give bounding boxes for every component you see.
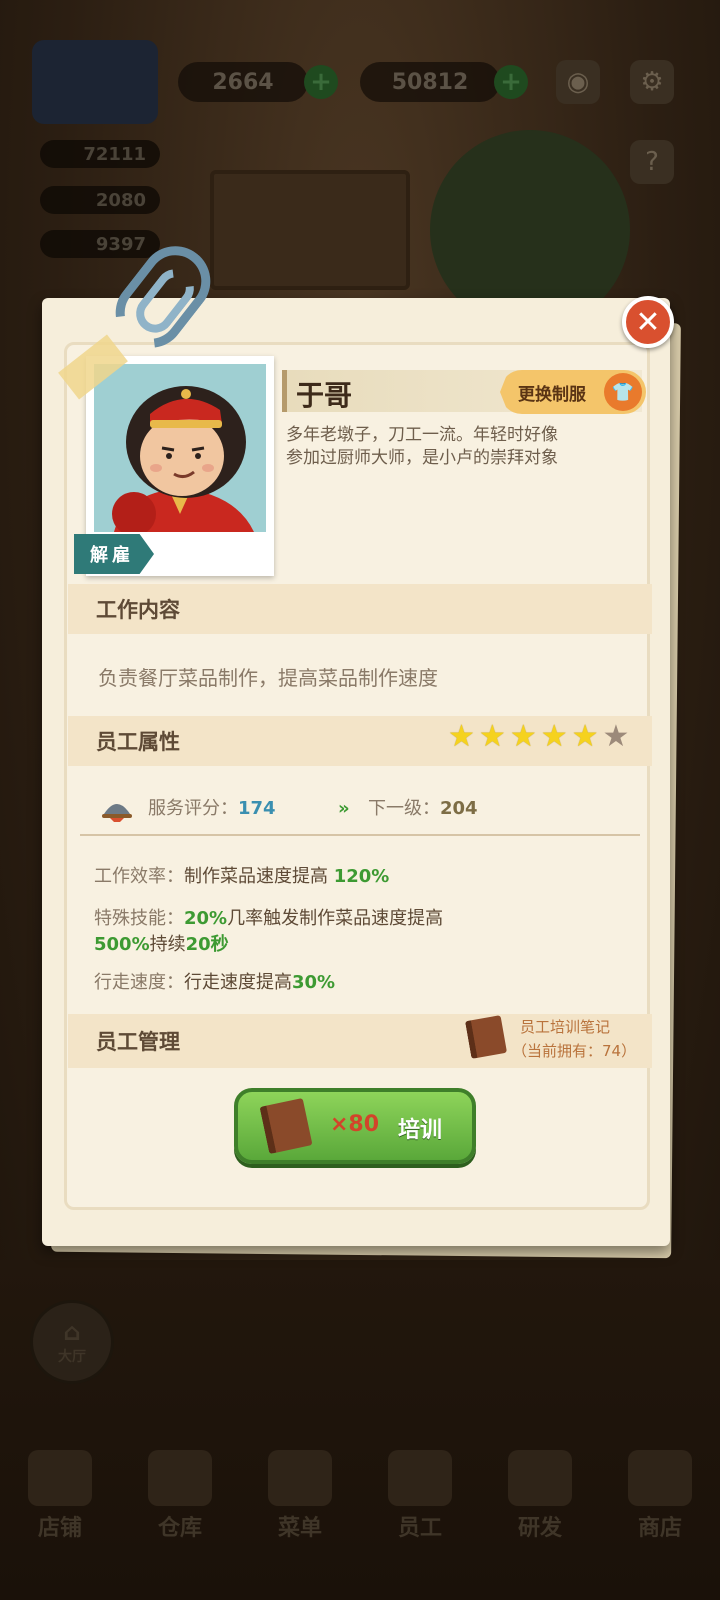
nav-label: 菜单 xyxy=(277,1516,322,1541)
camera-icon[interactable]: ◉ xyxy=(556,60,600,104)
crate-icon xyxy=(148,1450,212,1506)
star-icon-filled: ★ xyxy=(540,719,568,754)
next-level: 下一级：204 xyxy=(368,796,478,822)
special-skill-row: 特殊技能：20%几率触发制作菜品速度提高 500%持续20秒 xyxy=(94,906,554,958)
next-level-value: 204 xyxy=(440,798,478,819)
resource-row-3: 9397 xyxy=(40,230,160,258)
hall-icon: ⌂ xyxy=(63,1318,81,1346)
fire-label: 解雇 xyxy=(90,545,134,566)
resource-row-1: 72111 xyxy=(40,140,160,168)
walk-label: 行走速度： xyxy=(94,972,184,993)
nav-label: 仓库 xyxy=(157,1516,202,1541)
training-notes-icon xyxy=(464,1015,508,1059)
resource-row-2: 2080 xyxy=(40,186,160,214)
employee-description: 多年老墩子，刀工一流。年轻时好像参加过厨师大师，是小卢的崇拜对象 xyxy=(286,425,558,468)
chevron-right-icon: » xyxy=(338,798,350,819)
employee-portrait xyxy=(94,364,266,532)
skill-duration-text: 持续 xyxy=(149,934,186,955)
cash-count: 50812 xyxy=(391,69,469,95)
work-section-header: 工作内容 xyxy=(68,584,652,634)
uniform-label: 更换制服 xyxy=(518,384,586,405)
add-cash-button[interactable]: + xyxy=(494,65,528,99)
next-level-label: 下一级： xyxy=(368,798,440,819)
service-bell-icon xyxy=(102,804,132,822)
efficiency-label: 工作效率： xyxy=(94,866,184,887)
walk-text: 行走速度提高 xyxy=(184,972,292,993)
nav-research[interactable]: 研发 xyxy=(490,1450,590,1542)
shop-icon xyxy=(628,1450,692,1506)
resource-value: 2080 xyxy=(95,189,146,211)
star-icon-filled: ★ xyxy=(448,719,475,754)
efficiency-text: 制作菜品速度提高 xyxy=(184,866,328,887)
fire-employee-button[interactable]: 解雇 xyxy=(74,534,154,574)
skill-label: 特殊技能： xyxy=(94,908,184,929)
chef-avatar-icon xyxy=(112,386,254,532)
nav-menu[interactable]: 菜单 xyxy=(250,1450,350,1542)
skill-duration-value: 20秒 xyxy=(185,934,229,955)
star-rating: ★ ★ ★ ★ ★ ★ xyxy=(448,722,629,752)
nav-warehouse[interactable]: 仓库 xyxy=(130,1450,230,1542)
bottom-nav: 店铺 仓库 菜单 员工 研发 商店 xyxy=(0,1440,720,1560)
work-content: 负责餐厅菜品制作，提高菜品制作速度 xyxy=(98,666,438,690)
train-button[interactable]: ×80 培训 xyxy=(234,1088,476,1164)
train-label: 培训 xyxy=(398,1118,443,1143)
efficiency-row: 工作效率：制作菜品速度提高 120% xyxy=(94,864,389,890)
nav-label: 员工 xyxy=(397,1516,442,1541)
store-icon xyxy=(28,1450,92,1506)
walk-value: 30% xyxy=(292,972,336,993)
skill-text: 几率触发制作菜品速度提高 xyxy=(227,908,444,929)
staff-icon xyxy=(388,1450,452,1506)
training-notes-label: 员工培训笔记 xyxy=(520,1018,611,1036)
efficiency-value: 120% xyxy=(333,866,390,887)
hall-label: 大厅 xyxy=(58,1349,86,1365)
nav-label: 研发 xyxy=(517,1516,562,1541)
management-section-title: 员工管理 xyxy=(96,1030,180,1054)
add-gems-button[interactable]: + xyxy=(304,65,338,99)
service-rating: 服务评分：174 xyxy=(148,796,276,822)
star-icon-filled: ★ xyxy=(478,719,506,754)
background-shelf xyxy=(210,170,410,290)
book-icon xyxy=(259,1097,313,1155)
nav-shop-front[interactable]: 店铺 xyxy=(10,1450,110,1542)
attributes-divider xyxy=(80,834,640,836)
resource-value: 9397 xyxy=(95,233,146,255)
gem-count: 2664 xyxy=(212,69,274,95)
research-icon xyxy=(508,1450,572,1506)
nav-store[interactable]: 商店 xyxy=(610,1450,710,1542)
change-uniform-button[interactable]: 更换制服 👕 xyxy=(500,370,646,414)
close-button[interactable]: ✕ xyxy=(622,296,674,348)
skill-chance-value: 20% xyxy=(184,908,228,929)
gear-icon[interactable]: ⚙ xyxy=(630,60,674,104)
help-icon[interactable]: ? xyxy=(630,140,674,184)
gem-counter: 2664 xyxy=(178,62,308,102)
shirt-icon: 👕 xyxy=(604,373,642,411)
work-section-title: 工作内容 xyxy=(96,598,180,622)
training-notes-owned: （当前拥有：74） xyxy=(512,1042,637,1060)
nav-label: 店铺 xyxy=(37,1516,82,1541)
star-icon-empty: ★ xyxy=(602,719,630,754)
close-icon: ✕ xyxy=(635,304,661,340)
skill-speed-value: 500% xyxy=(94,934,150,955)
star-icon-filled: ★ xyxy=(509,719,537,754)
train-cost: ×80 xyxy=(330,1112,380,1137)
service-rating-value: 174 xyxy=(238,798,276,819)
menu-icon xyxy=(268,1450,332,1506)
nav-staff[interactable]: 员工 xyxy=(370,1450,470,1542)
resource-value: 72111 xyxy=(83,143,146,165)
star-icon-filled: ★ xyxy=(571,719,599,754)
employee-name: 于哥 xyxy=(296,379,353,412)
service-rating-label: 服务评分： xyxy=(148,798,238,819)
attributes-section-title: 员工属性 xyxy=(96,730,180,754)
walk-speed-row: 行走速度：行走速度提高30% xyxy=(94,970,335,996)
nav-label: 商店 xyxy=(637,1516,682,1541)
cash-counter: 50812 xyxy=(360,62,500,102)
hall-button[interactable]: ⌂ 大厅 xyxy=(30,1300,114,1384)
restaurant-logo xyxy=(32,40,158,124)
